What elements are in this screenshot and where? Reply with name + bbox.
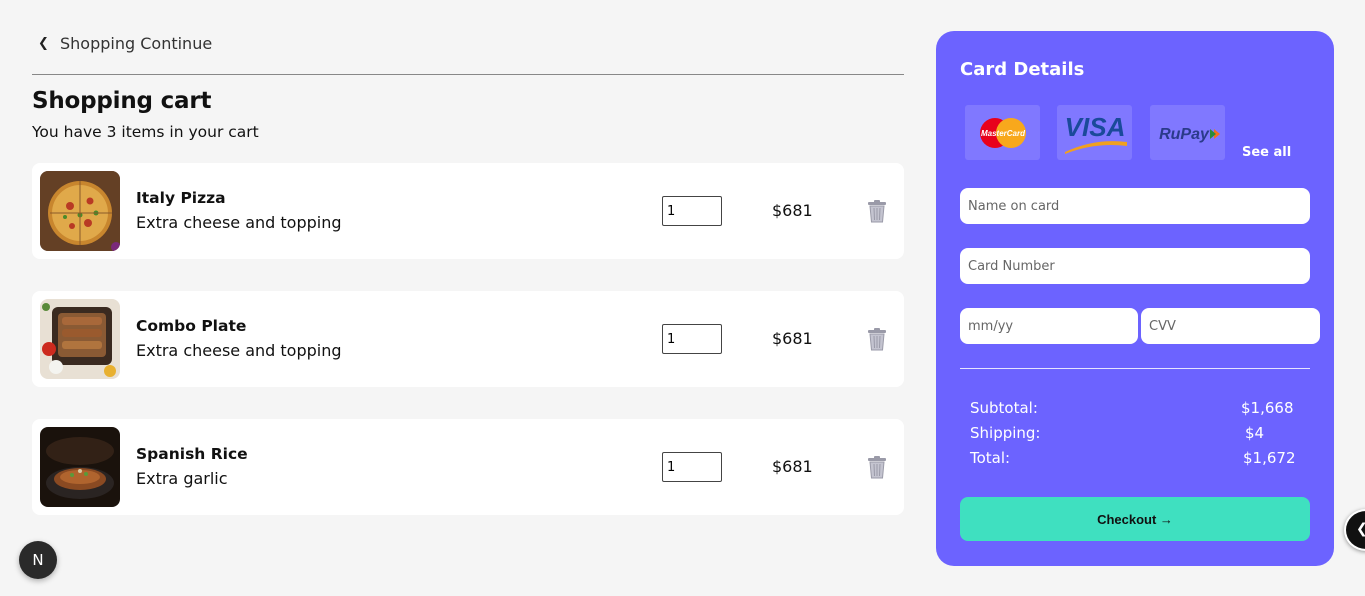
quantity-input[interactable] bbox=[662, 452, 722, 482]
cart-item: Combo Plate Extra cheese and topping $68… bbox=[32, 291, 904, 387]
see-all-link[interactable]: See all bbox=[1242, 145, 1291, 160]
mastercard-logo[interactable]: MasterCard bbox=[965, 105, 1040, 160]
item-name: Combo Plate bbox=[136, 317, 247, 335]
rupay-text: RuPay bbox=[1159, 126, 1210, 143]
divider bbox=[32, 74, 904, 75]
quantity-input[interactable] bbox=[662, 196, 722, 226]
summary-divider bbox=[960, 368, 1310, 369]
item-image-combo-plate bbox=[40, 299, 120, 379]
shipping-value: $4 bbox=[1245, 424, 1265, 442]
rupay-logo[interactable]: RuPay bbox=[1150, 105, 1225, 160]
total-label: Total: bbox=[970, 449, 1011, 467]
item-description: Extra garlic bbox=[136, 469, 228, 488]
item-name: Spanish Rice bbox=[136, 445, 248, 463]
back-link-label: Shopping Continue bbox=[60, 34, 213, 53]
subtotal-value: $1,668 bbox=[1241, 399, 1294, 417]
card-details-title: Card Details bbox=[960, 59, 1085, 80]
cvv-input[interactable] bbox=[1141, 308, 1320, 344]
quantity-input[interactable] bbox=[662, 324, 722, 354]
cart-item: Spanish Rice Extra garlic $681 bbox=[32, 419, 904, 515]
subtotal-label: Subtotal: bbox=[970, 399, 1038, 417]
dev-badge[interactable]: N bbox=[19, 541, 57, 579]
item-image-spanish-rice bbox=[40, 427, 120, 507]
item-name: Italy Pizza bbox=[136, 189, 226, 207]
chevron-left-icon[interactable]: ❮ bbox=[1344, 509, 1365, 551]
chevron-left-icon: ❮ bbox=[38, 36, 49, 51]
item-image-pizza bbox=[40, 171, 120, 251]
checkout-button[interactable]: Checkout → bbox=[960, 497, 1310, 541]
item-price: $681 bbox=[772, 201, 813, 220]
mastercard-text: MasterCard bbox=[980, 129, 1025, 138]
card-details-panel: Card Details MasterCard VISA RuPay See a… bbox=[936, 31, 1334, 566]
card-number-input[interactable] bbox=[960, 248, 1310, 284]
visa-text: VISA bbox=[1064, 112, 1125, 142]
page-title: Shopping cart bbox=[32, 88, 212, 114]
item-description: Extra cheese and topping bbox=[136, 341, 342, 360]
name-on-card-input[interactable] bbox=[960, 188, 1310, 224]
cart-count-text: You have 3 items in your cart bbox=[32, 123, 259, 141]
trash-icon[interactable] bbox=[866, 199, 888, 223]
visa-logo[interactable]: VISA bbox=[1057, 105, 1132, 160]
item-description: Extra cheese and topping bbox=[136, 213, 342, 232]
item-price: $681 bbox=[772, 329, 813, 348]
trash-icon[interactable] bbox=[866, 327, 888, 351]
item-price: $681 bbox=[772, 457, 813, 476]
trash-icon[interactable] bbox=[866, 455, 888, 479]
back-link[interactable]: ❮ Shopping Continue bbox=[38, 34, 212, 53]
total-value: $1,672 bbox=[1243, 449, 1296, 467]
shipping-label: Shipping: bbox=[970, 424, 1041, 442]
expiry-input[interactable] bbox=[960, 308, 1138, 344]
cart-item: Italy Pizza Extra cheese and topping $68… bbox=[32, 163, 904, 259]
